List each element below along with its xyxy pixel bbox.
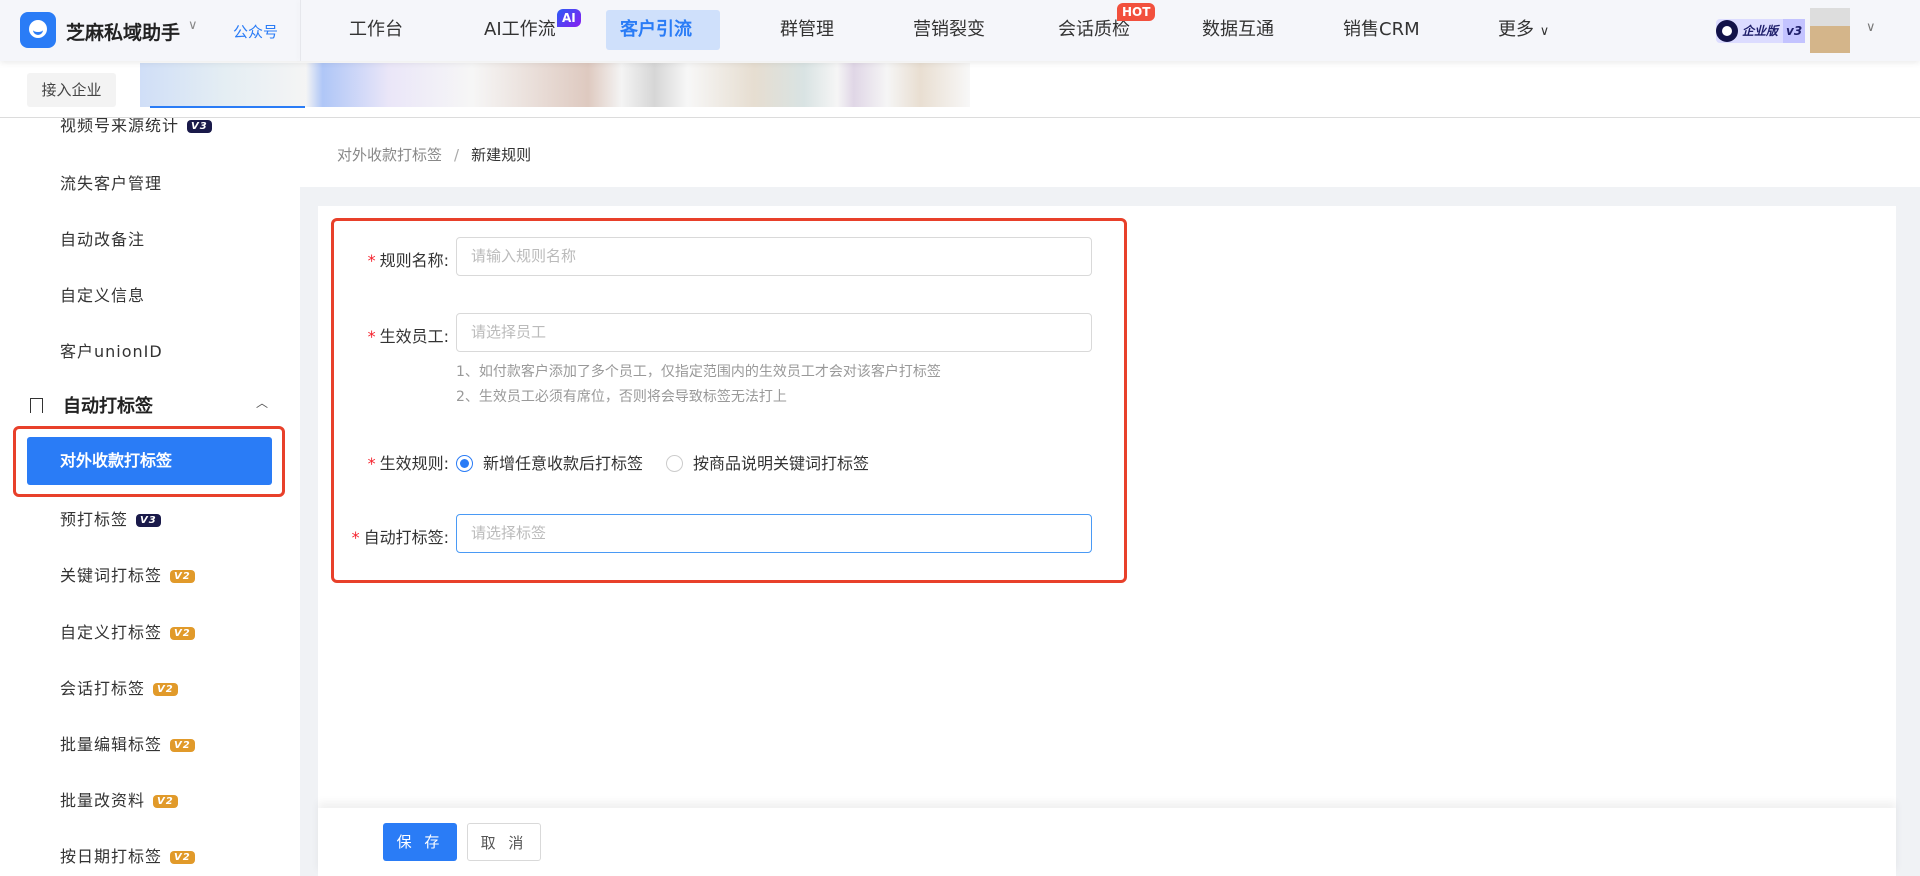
chevron-down-icon: ∨ <box>1539 24 1550 39</box>
cancel-button[interactable]: 取 消 <box>467 823 541 861</box>
v2-badge: V2 <box>170 851 195 864</box>
app-logo-icon <box>20 12 56 48</box>
radio-any-payment[interactable]: 新增任意收款后打标签 <box>456 450 643 474</box>
v2-badge: V2 <box>170 570 195 583</box>
rule-name-input[interactable]: 请输入规则名称 <box>456 237 1092 276</box>
edition-version: v3 <box>1783 19 1806 43</box>
nav-data-sync[interactable]: 数据互通 <box>1188 10 1288 50</box>
sidebar-group-auto-tag[interactable]: 自动打标签 <box>30 392 153 418</box>
sidebar-item-label: 关键词打标签 <box>60 566 163 585</box>
staff-select[interactable]: 请选择员工 <box>456 313 1092 352</box>
sidebar-item-keyword-tag[interactable]: 关键词打标签 V2 <box>60 562 195 586</box>
nav-group-management[interactable]: 群管理 <box>766 10 848 50</box>
radio-keyword[interactable]: 按商品说明关键词打标签 <box>666 450 869 474</box>
nav-more[interactable]: 更多 ∨ <box>1484 10 1563 50</box>
staff-label: * 生效员工: <box>367 327 449 346</box>
staff-hint-2: 2、生效员工必须有席位，否则将会导致标签无法打上 <box>456 389 787 405</box>
sidebar-item-label: 会话打标签 <box>60 679 146 698</box>
auto-tag-label: * 自动打标签: <box>351 528 449 547</box>
sidebar-item-auto-remark[interactable]: 自动改备注 <box>60 226 145 250</box>
ai-badge: AI <box>557 9 581 27</box>
chevron-up-icon[interactable]: ︿ <box>256 394 268 411</box>
v3-badge: V3 <box>187 120 212 133</box>
edition-label: 企业版 <box>1742 24 1779 38</box>
join-enterprise-button[interactable]: 接入企业 <box>27 73 116 107</box>
radio-label: 按商品说明关键词打标签 <box>693 454 870 473</box>
bookmark-icon <box>30 398 43 413</box>
sidebar-item-custom-info[interactable]: 自定义信息 <box>60 282 145 306</box>
v2-badge: V2 <box>153 795 178 808</box>
rule-label: * 生效规则: <box>367 454 449 473</box>
sidebar-item-date-tag[interactable]: 按日期打标签 V2 <box>60 843 195 867</box>
divider <box>300 0 301 61</box>
nav-customer-acquisition[interactable]: 客户引流 <box>606 10 720 50</box>
radio-label: 新增任意收款后打标签 <box>483 454 644 473</box>
highlight-box <box>13 426 285 497</box>
user-avatar[interactable] <box>1810 8 1850 53</box>
sidebar-item-batch-edit-tag[interactable]: 批量编辑标签 V2 <box>60 731 195 755</box>
sidebar-item-label: 按日期打标签 <box>60 847 163 866</box>
sidebar-item-session-tag[interactable]: 会话打标签 V2 <box>60 675 178 699</box>
nav-more-label: 更多 <box>1498 19 1534 40</box>
sidebar-item-label: 批量编辑标签 <box>60 735 163 754</box>
sidebar-item-pre-tag[interactable]: 预打标签 V3 <box>60 506 161 530</box>
tag-select[interactable]: 请选择标签 <box>456 514 1092 553</box>
radio-unchecked-icon <box>666 455 683 472</box>
radio-checked-icon <box>456 455 473 472</box>
edition-logo-icon <box>1716 20 1738 42</box>
v2-badge: V2 <box>170 739 195 752</box>
sidebar: 视频号来源统计 V3 流失客户管理 自动改备注 自定义信息 客户unionID 自… <box>0 118 300 876</box>
sidebar-item-label: 预打标签 <box>60 510 129 529</box>
v2-badge: V2 <box>170 627 195 640</box>
hot-badge: HOT <box>1117 3 1156 21</box>
active-tab-indicator <box>150 106 305 108</box>
sidebar-item-label: 自定义打标签 <box>60 623 163 642</box>
enterprise-tabs-bar: 接入企业 <box>0 61 1920 118</box>
top-navbar: 芝麻私域助手 ∨ 公众号 工作台 AI工作流 AI 客户引流 群管理 营销裂变 … <box>0 0 1920 61</box>
breadcrumb: 对外收款打标签 / 新建规则 <box>300 118 1920 187</box>
sidebar-group-label: 自动打标签 <box>63 396 153 417</box>
nav-sales-crm[interactable]: 销售CRM <box>1329 10 1434 50</box>
rule-name-label: * 规则名称: <box>367 251 449 270</box>
breadcrumb-parent[interactable]: 对外收款打标签 <box>337 146 442 164</box>
staff-hint-1: 1、如付款客户添加了多个员工，仅指定范围内的生效员工才会对该客户打标签 <box>456 364 941 380</box>
v3-badge: V3 <box>136 514 161 527</box>
breadcrumb-current: 新建规则 <box>471 146 532 164</box>
chevron-down-icon[interactable]: ∨ <box>1866 20 1876 35</box>
app-title[interactable]: 芝麻私域助手 <box>66 18 180 45</box>
nav-marketing[interactable]: 营销裂变 <box>899 10 999 50</box>
chevron-down-icon[interactable]: ∨ <box>188 18 198 33</box>
breadcrumb-separator: / <box>454 146 460 164</box>
sidebar-item-video-source[interactable]: 视频号来源统计 V3 <box>60 118 212 136</box>
save-button[interactable]: 保 存 <box>383 823 457 861</box>
v2-badge: V2 <box>153 683 178 696</box>
sidebar-item-unionid[interactable]: 客户unionID <box>60 338 163 362</box>
sidebar-item-custom-tag[interactable]: 自定义打标签 V2 <box>60 619 195 643</box>
enterprise-tabs-blurred[interactable] <box>140 63 970 107</box>
form-footer: 保 存 取 消 <box>318 808 1896 876</box>
account-type-link[interactable]: 公众号 <box>233 21 278 42</box>
sidebar-item-label: 批量改资料 <box>60 791 146 810</box>
sidebar-item-lost-customers[interactable]: 流失客户管理 <box>60 170 162 194</box>
sidebar-item-batch-profile[interactable]: 批量改资料 V2 <box>60 787 178 811</box>
nav-workbench[interactable]: 工作台 <box>335 10 417 50</box>
edition-badge[interactable]: 企业版 v3 <box>1716 19 1806 43</box>
sidebar-item-label: 视频号来源统计 <box>60 118 180 135</box>
nav-ai-workflow[interactable]: AI工作流 <box>470 10 570 50</box>
